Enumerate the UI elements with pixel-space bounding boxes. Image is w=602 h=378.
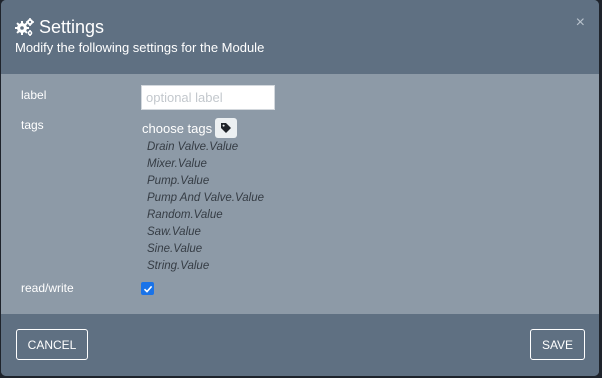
gears-icon	[15, 17, 35, 37]
save-button[interactable]: SAVE	[530, 329, 585, 360]
tag-item: Drain Valve.Value	[147, 141, 239, 153]
choose-tags-button[interactable]	[215, 118, 238, 138]
choose-tags: choose tags	[142, 118, 238, 138]
tag-item: Mixer.Value	[147, 158, 207, 170]
checkmark-icon	[143, 285, 152, 293]
tags-field-label: tags	[21, 118, 44, 132]
close-icon[interactable]: ×	[576, 15, 585, 31]
label-field-label: label	[21, 88, 47, 102]
modal-body: label tags choose tags Drain Valve.Value…	[1, 74, 599, 314]
modal-title: Settings	[39, 17, 105, 37]
cancel-button[interactable]: CANCEL	[16, 329, 88, 360]
tag-item: Random.Value	[147, 209, 223, 221]
modal-subtitle: Modify the following settings for the Mo…	[15, 40, 265, 55]
tag-item: Saw.Value	[147, 226, 201, 238]
title-row: Settings	[15, 16, 104, 38]
tag-item: String.Value	[147, 260, 210, 272]
tag-item: Sine.Value	[147, 243, 203, 255]
tag-icon	[221, 123, 232, 133]
modal-header: Settings Modify the following settings f…	[1, 0, 599, 74]
tag-item: Pump And Valve.Value	[147, 192, 264, 204]
label-input[interactable]	[141, 85, 275, 110]
readwrite-checkbox[interactable]	[141, 282, 154, 295]
modal-footer: CANCEL SAVE	[1, 314, 599, 376]
tag-item: Pump.Value	[147, 175, 210, 187]
tags-list: Drain Valve.Value Mixer.Value Pump.Value…	[147, 139, 264, 275]
settings-modal: Settings Modify the following settings f…	[1, 0, 599, 376]
readwrite-label: read/write	[21, 281, 74, 295]
choose-tags-text: choose tags	[142, 120, 213, 136]
